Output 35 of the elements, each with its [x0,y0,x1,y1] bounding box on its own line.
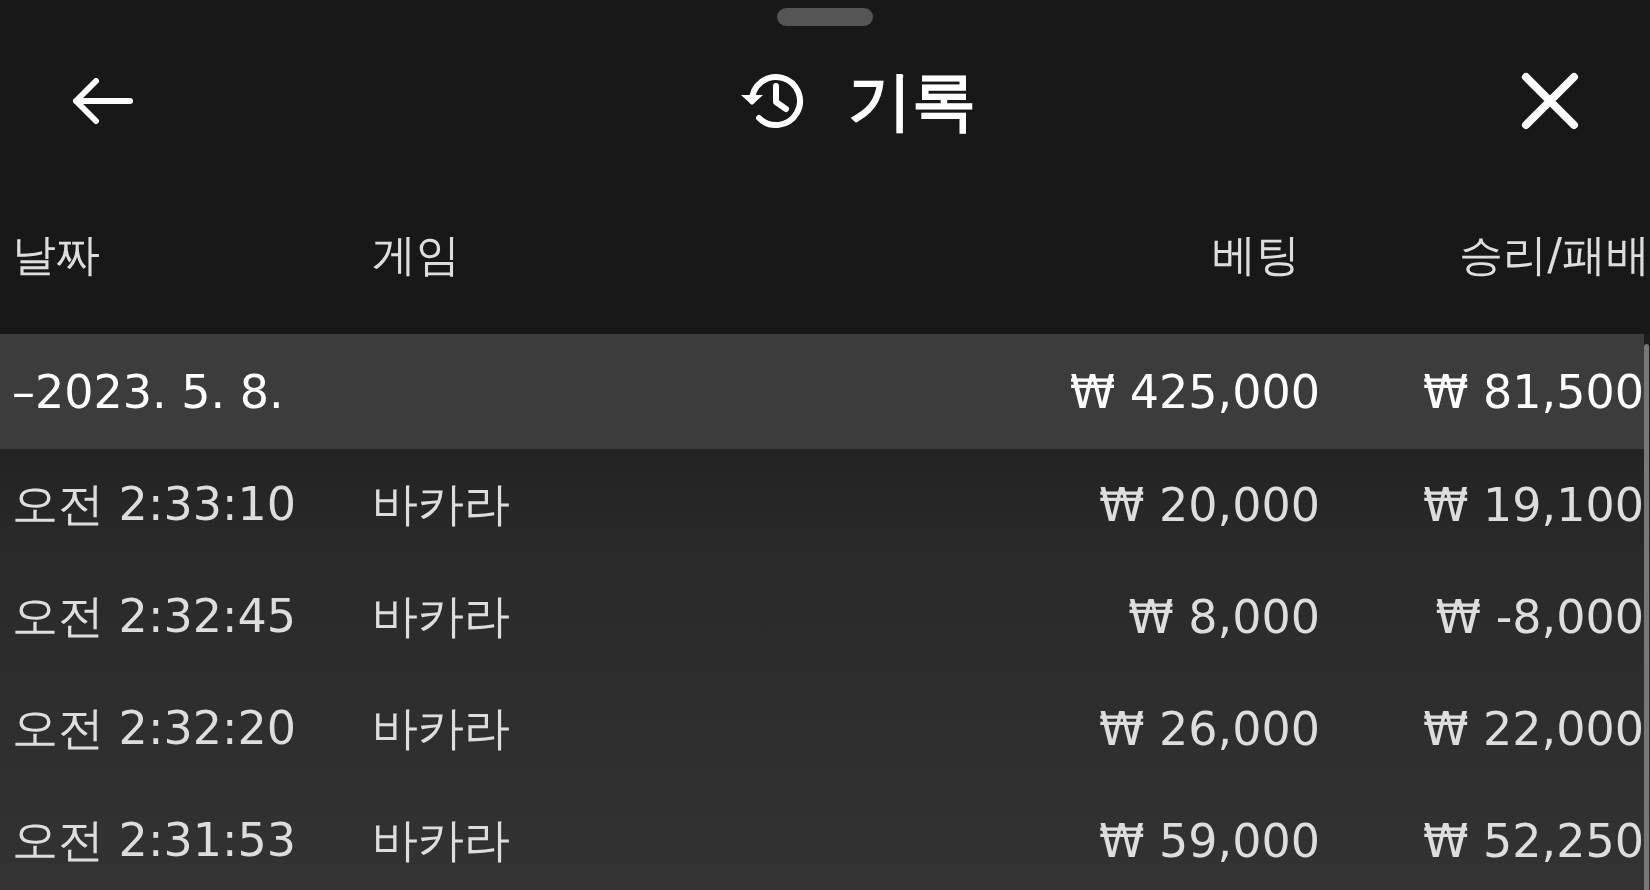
date-cell-text: 오전 2:33:10 [12,476,297,533]
back-arrow-icon [70,78,134,124]
column-header: 베팅 [1211,227,1301,282]
bet-cell: ₩ 59,000 [1098,814,1320,868]
game-cell-text: 바카라 [372,812,511,869]
close-icon [1520,71,1580,131]
table-row[interactable]: 오전 2:32:20 바카라 ₩ 26,000 ₩ 22,000 [0,673,1644,785]
screen-title: 기록 [848,62,976,140]
bet-cell: ₩ 425,000 [1069,364,1320,419]
result-cell: ₩ -8,000 [1435,590,1644,644]
column-header: 게임 [372,227,461,282]
date-cell-text: 오전 2:32:20 [12,700,297,757]
bet-cell: ₩ 20,000 [1098,478,1320,532]
date-cell-text: –2023. 5. 8. [12,364,285,419]
date-group-row[interactable]: –2023. 5. 8. ₩ 425,000 ₩ 81,500 [0,334,1644,449]
game-cell-text: 바카라 [372,476,511,533]
result-cell: ₩ 52,250 [1422,814,1644,868]
column-header: 승리/패배 [1458,227,1650,282]
date-cell-text: 오전 2:32:45 [12,588,297,645]
bet-cell: ₩ 8,000 [1128,590,1320,644]
result-cell: ₩ 19,100 [1422,478,1644,532]
drag-handle[interactable] [777,8,873,26]
result-cell: ₩ 22,000 [1422,702,1644,756]
date-cell-text: 오전 2:31:53 [12,812,297,869]
table-row[interactable]: 오전 2:32:45 바카라 ₩ 8,000 ₩ -8,000 [0,561,1644,673]
column-header: 날짜 [12,227,101,282]
game-cell-text: 바카라 [372,700,511,757]
result-cell: ₩ 81,500 [1422,364,1644,419]
close-button[interactable] [1520,71,1580,131]
table-row[interactable]: 오전 2:33:10 바카라 ₩ 20,000 ₩ 19,100 [0,449,1644,561]
game-cell-text: 바카라 [372,588,511,645]
back-button[interactable] [70,78,134,124]
table-row[interactable]: 오전 2:31:53 바카라 ₩ 59,000 ₩ 52,250 [0,785,1644,890]
scrollbar[interactable] [1644,344,1649,890]
bet-cell: ₩ 26,000 [1098,702,1320,756]
